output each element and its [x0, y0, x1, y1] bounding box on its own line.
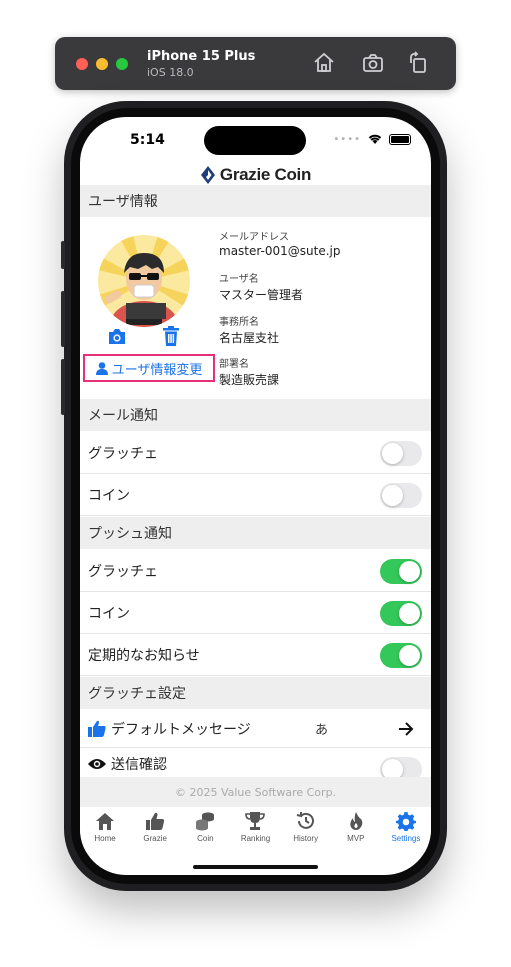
trash-icon[interactable] [162, 326, 180, 347]
tab-history-label: History [293, 834, 319, 843]
device-name: iPhone 15 Plus [147, 49, 256, 64]
tab-home[interactable]: Home [80, 807, 130, 853]
trophy-icon [245, 812, 266, 830]
grazie-coin-logo-icon [200, 166, 215, 184]
camera-icon[interactable] [107, 328, 127, 346]
home-indicator [193, 865, 318, 869]
tab-bar: Home Grazie Coin Ranking History MVP Set… [80, 807, 431, 853]
coins-icon [196, 812, 215, 831]
mail-notify-grazie-row: グラッチェ [80, 432, 431, 474]
tab-grazie-label: Grazie [143, 834, 167, 843]
tab-coin-label: Coin [197, 834, 214, 843]
username-label: ユーザ名 [219, 274, 259, 285]
section-header-grazie-settings: グラッチェ設定 [80, 677, 431, 709]
tab-ranking-label: Ranking [240, 834, 271, 843]
push-notify-grazie-label: グラッチェ [88, 563, 158, 580]
app-header: Grazie Coin [80, 163, 431, 187]
toggle-knob [382, 443, 403, 464]
edit-user-info-button[interactable]: ユーザ情報変更 [83, 354, 215, 382]
tab-history[interactable]: History [281, 807, 331, 853]
user-icon [95, 361, 108, 375]
section-header-push-notify: プッシュ通知 [80, 517, 431, 549]
toggle-knob [399, 645, 420, 666]
section-header-user-info: ユーザ情報 [80, 185, 431, 217]
rotate-icon[interactable] [406, 51, 430, 75]
toggle-knob [399, 561, 420, 582]
zoom-window-button[interactable] [116, 58, 128, 70]
push-notify-periodic-row: 定期的なお知らせ [80, 634, 431, 676]
push-notify-coin-toggle[interactable] [380, 601, 422, 626]
email-value: master-001@sute.jp [219, 244, 341, 258]
eye-icon [88, 759, 106, 769]
section-header-mail-notify: メール通知 [80, 399, 431, 431]
default-message-value: あ [315, 723, 329, 738]
home-icon [96, 813, 115, 830]
home-icon[interactable] [312, 51, 336, 75]
dynamic-island [204, 126, 306, 155]
office-label: 事務所名 [219, 317, 259, 328]
mail-notify-coin-toggle[interactable] [380, 483, 422, 508]
mail-notify-coin-label: コイン [88, 487, 130, 504]
thumbs-up-icon [146, 812, 165, 830]
department-label: 部署名 [219, 359, 249, 370]
volume-down-button [61, 359, 65, 415]
close-window-button[interactable] [76, 58, 88, 70]
arrow-right-icon[interactable] [398, 722, 414, 736]
edit-user-info-label: ユーザ情報変更 [111, 362, 203, 378]
mail-notify-grazie-toggle[interactable] [380, 441, 422, 466]
mail-notify-coin-row: コイン [80, 474, 431, 516]
push-notify-periodic-toggle[interactable] [380, 643, 422, 668]
copyright-footer: © 2025 Value Software Corp. [80, 777, 431, 807]
simulator-toolbar: iPhone 15 Plus iOS 18.0 [55, 37, 456, 90]
default-message-label: デフォルトメッセージ [111, 721, 251, 738]
status-time: 5:14 [130, 132, 165, 148]
tab-grazie[interactable]: Grazie [130, 807, 180, 853]
tab-settings-label: Settings [391, 834, 421, 843]
send-confirm-row: 送信確認 [80, 749, 431, 782]
tab-home-label: Home [94, 834, 116, 843]
toggle-knob [399, 603, 420, 624]
default-message-row[interactable]: デフォルトメッセージ あ [80, 710, 431, 748]
minimize-window-button[interactable] [96, 58, 108, 70]
push-notify-grazie-row: グラッチェ [80, 550, 431, 592]
tab-coin[interactable]: Coin [180, 807, 230, 853]
battery-icon [389, 133, 411, 145]
screenshot-icon[interactable] [361, 51, 385, 75]
phone-screen: 5:14 •••• Grazie Coin ユーザ情報 ユーザ情報変更 メールア… [80, 117, 431, 875]
mail-notify-grazie-label: グラッチェ [88, 445, 158, 462]
push-notify-grazie-toggle[interactable] [380, 559, 422, 584]
department-value: 製造販売課 [219, 373, 280, 387]
gear-icon [395, 812, 416, 831]
volume-up-button [61, 291, 65, 347]
wifi-icon [368, 134, 382, 144]
send-confirm-label: 送信確認 [111, 757, 167, 773]
push-notify-coin-label: コイン [88, 605, 130, 622]
user-avatar [98, 235, 190, 327]
tab-mvp-label: MVP [347, 834, 365, 843]
os-version: iOS 18.0 [147, 66, 194, 79]
flame-icon [350, 812, 363, 830]
tab-mvp[interactable]: MVP [331, 807, 381, 853]
signal-dots: •••• [333, 133, 361, 145]
tab-ranking[interactable]: Ranking [230, 807, 280, 853]
toggle-knob [382, 485, 403, 506]
office-value: 名古屋支社 [219, 331, 280, 345]
history-icon [296, 812, 314, 829]
email-label: メールアドレス [219, 232, 289, 243]
status-icons: •••• [333, 133, 411, 145]
app-logo-text: Grazie Coin [219, 165, 312, 184]
push-notify-periodic-label: 定期的なお知らせ [88, 647, 200, 664]
tab-settings[interactable]: Settings [381, 807, 431, 853]
thumbs-up-icon [88, 720, 106, 737]
username-value: マスター管理者 [219, 288, 304, 302]
action-button [61, 241, 65, 269]
push-notify-coin-row: コイン [80, 592, 431, 634]
